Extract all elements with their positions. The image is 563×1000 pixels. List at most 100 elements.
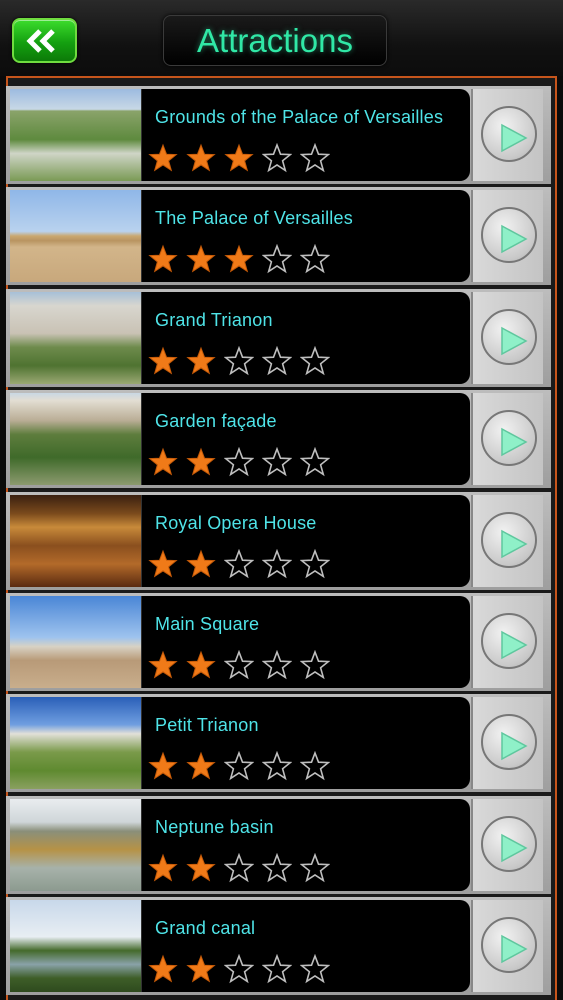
play-circle <box>481 815 537 872</box>
star-outline-icon <box>262 852 292 883</box>
play-circle <box>481 207 537 264</box>
play-circle <box>481 308 537 365</box>
star-rating <box>148 548 330 579</box>
star-filled-icon <box>186 447 216 476</box>
open-attraction-button[interactable] <box>471 697 543 790</box>
star-outline-icon <box>300 954 330 984</box>
star-outline-icon <box>262 548 292 578</box>
list-item[interactable]: Grand canal <box>6 897 551 996</box>
list-item[interactable]: Grounds of the Palace of Versailles <box>6 86 551 184</box>
attraction-thumbnail <box>10 89 142 181</box>
star-outline-icon <box>262 244 292 274</box>
star-outline-icon <box>300 345 330 376</box>
page-title-box: Attractions <box>163 15 387 66</box>
star-outline-icon <box>224 650 254 680</box>
star-filled-icon <box>148 143 178 172</box>
list-item[interactable]: Petit Trianon <box>6 694 551 793</box>
star-outline-icon <box>224 345 254 376</box>
list-item[interactable]: Main Square <box>6 593 551 691</box>
star-outline-icon <box>262 650 292 680</box>
double-chevron-left-icon <box>26 29 55 53</box>
play-circle <box>481 511 537 568</box>
back-button[interactable] <box>12 18 77 63</box>
star-filled-icon <box>224 244 254 273</box>
open-attraction-button[interactable] <box>471 89 543 181</box>
attraction-name: Grand canal <box>155 918 256 939</box>
star-outline-icon <box>300 244 330 274</box>
star-rating <box>148 143 330 173</box>
star-outline-icon <box>224 751 254 781</box>
attraction-info: Grounds of the Palace of Versailles <box>142 89 470 181</box>
star-outline-icon <box>300 650 330 680</box>
star-filled-icon <box>186 650 216 679</box>
play-arrow-icon <box>501 833 528 863</box>
open-attraction-button[interactable] <box>471 596 543 688</box>
star-filled-icon <box>224 143 254 172</box>
attraction-info: Garden façade <box>142 393 470 486</box>
star-rating <box>148 345 330 376</box>
attraction-name: Grand Trianon <box>155 309 273 330</box>
list-item[interactable]: Neptune basin <box>6 795 551 894</box>
attraction-thumbnail <box>10 596 142 688</box>
star-filled-icon <box>186 549 216 578</box>
star-filled-icon <box>148 954 178 983</box>
open-attraction-button[interactable] <box>471 393 543 486</box>
attraction-thumbnail <box>10 291 142 384</box>
attraction-info: Grand canal <box>142 900 470 993</box>
star-rating <box>148 244 330 274</box>
attraction-info: The Palace of Versailles <box>142 190 470 283</box>
list-item[interactable]: Garden façade <box>6 390 551 489</box>
star-filled-icon <box>148 650 178 679</box>
open-attraction-button[interactable] <box>471 798 543 891</box>
play-circle <box>481 917 537 974</box>
star-rating <box>148 447 330 477</box>
play-arrow-icon <box>501 326 528 356</box>
play-arrow-icon <box>501 630 528 660</box>
play-arrow-icon <box>501 427 528 457</box>
attraction-name: The Palace of Versailles <box>155 208 353 229</box>
attraction-thumbnail <box>10 393 142 486</box>
attraction-thumbnail <box>10 190 142 283</box>
attraction-info: Royal Opera House <box>142 494 470 587</box>
play-arrow-icon <box>501 225 528 254</box>
attraction-name: Grounds of the Palace of Versailles <box>155 107 444 127</box>
star-outline-icon <box>300 852 330 883</box>
attraction-info: Petit Trianon <box>142 697 470 790</box>
star-filled-icon <box>186 244 216 273</box>
attraction-name: Garden façade <box>155 411 277 432</box>
list-item[interactable]: Royal Opera House <box>6 491 551 590</box>
star-outline-icon <box>224 954 254 984</box>
list-item[interactable]: The Palace of Versailles <box>6 187 551 286</box>
star-filled-icon <box>148 346 178 375</box>
star-outline-icon <box>262 447 292 477</box>
open-attraction-button[interactable] <box>471 291 543 384</box>
star-filled-icon <box>148 244 178 273</box>
star-filled-icon <box>148 447 178 476</box>
play-circle <box>481 613 537 669</box>
star-filled-icon <box>186 954 216 983</box>
star-filled-icon <box>186 346 216 375</box>
star-filled-icon <box>186 143 216 172</box>
open-attraction-button[interactable] <box>471 900 543 993</box>
attraction-info: Neptune basin <box>142 798 470 891</box>
star-filled-icon <box>186 853 216 882</box>
attraction-name: Royal Opera House <box>155 512 317 533</box>
play-circle <box>481 714 537 771</box>
play-arrow-icon <box>501 732 528 761</box>
attraction-name: Petit Trianon <box>155 715 259 736</box>
star-filled-icon <box>148 549 178 578</box>
list-item[interactable]: Grand Trianon <box>6 288 551 387</box>
star-rating <box>148 954 330 984</box>
star-outline-icon <box>300 548 330 578</box>
star-rating <box>148 650 330 680</box>
star-rating <box>148 751 330 781</box>
attraction-name: Neptune basin <box>155 816 274 837</box>
star-outline-icon <box>300 447 330 477</box>
page-title: Attractions <box>197 21 353 59</box>
open-attraction-button[interactable] <box>471 494 543 587</box>
star-outline-icon <box>300 751 330 781</box>
play-arrow-icon <box>501 529 528 558</box>
open-attraction-button[interactable] <box>471 190 543 283</box>
star-outline-icon <box>262 143 292 173</box>
star-outline-icon <box>262 751 292 781</box>
